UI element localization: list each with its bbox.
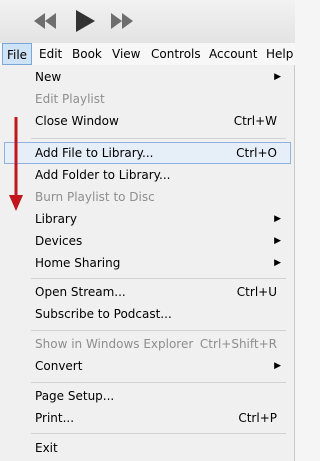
menu-item-convert[interactable]: Convert ▶ [4,355,291,377]
menu-item-show-in-windows-explorer: Show in Windows Explorer Ctrl+Shift+R [4,333,291,355]
menu-bar: File Edit Book View Controls Account Hel… [0,43,295,66]
menu-separator [31,278,286,279]
menu-item-label: Close Window [35,114,119,128]
menu-item-label: Add File to Library... [35,146,154,160]
menu-item-label: Show in Windows Explorer [35,337,194,351]
menu-item-label: Home Sharing [35,256,121,270]
menu-item-add-folder-to-library[interactable]: Add Folder to Library... [4,164,291,186]
menu-controls[interactable]: Controls [151,43,201,65]
menu-separator [31,433,286,434]
menu-item-label: Open Stream... [35,285,126,299]
menu-item-shortcut: Ctrl+W [233,114,277,128]
menu-item-edit-playlist: Edit Playlist [4,88,291,110]
menu-item-shortcut: Ctrl+P [238,411,277,425]
rewind-icon[interactable] [33,10,57,32]
submenu-arrow-icon: ▶ [274,236,281,246]
menu-item-label: Print... [35,411,75,425]
menu-item-label: Library [35,212,77,226]
menu-item-label: Exit [35,441,58,455]
menu-item-label: Subscribe to Podcast... [35,307,172,321]
menu-item-label: Burn Playlist to Disc [35,190,155,204]
submenu-arrow-icon: ▶ [274,214,281,224]
submenu-arrow-icon: ▶ [274,361,281,371]
menu-separator [31,138,286,139]
menu-item-open-stream[interactable]: Open Stream... Ctrl+U [4,281,291,303]
submenu-arrow-icon: ▶ [274,72,281,82]
menu-view[interactable]: View [112,43,140,65]
menu-account[interactable]: Account [209,43,257,65]
menu-item-subscribe-to-podcast[interactable]: Subscribe to Podcast... [4,303,291,325]
menu-file[interactable]: File [2,43,32,65]
playback-toolbar [0,0,295,43]
menu-item-shortcut: Ctrl+O [236,146,277,160]
menu-item-shortcut: Ctrl+U [236,285,277,299]
menu-item-label: Add Folder to Library... [35,168,171,182]
menu-item-home-sharing[interactable]: Home Sharing ▶ [4,252,291,274]
menu-item-library[interactable]: Library ▶ [4,208,291,230]
menu-item-page-setup[interactable]: Page Setup... [4,385,291,407]
menu-separator [31,330,286,331]
menu-item-close-window[interactable]: Close Window Ctrl+W [4,110,291,132]
menu-item-label: Page Setup... [35,389,115,403]
menu-item-label: Devices [35,234,83,248]
menu-help[interactable]: Help [266,43,293,65]
menu-separator [31,382,286,383]
menu-edit[interactable]: Edit [39,43,62,65]
file-menu-dropdown: New ▶ Edit Playlist Close Window Ctrl+W … [0,65,295,461]
menu-item-print[interactable]: Print... Ctrl+P [4,407,291,429]
menu-item-exit[interactable]: Exit [4,437,291,459]
menu-item-label: New [35,70,62,84]
menu-item-add-file-to-library[interactable]: Add File to Library... Ctrl+O [4,142,291,164]
menu-item-label: Edit Playlist [35,92,105,106]
menu-item-label: Convert [35,359,83,373]
menu-item-new[interactable]: New ▶ [4,66,291,88]
menu-item-burn-playlist: Burn Playlist to Disc [4,186,291,208]
submenu-arrow-icon: ▶ [274,258,281,268]
menu-item-devices[interactable]: Devices ▶ [4,230,291,252]
play-icon[interactable] [74,9,96,33]
fast-forward-icon[interactable] [110,10,134,32]
menu-item-shortcut: Ctrl+Shift+R [199,337,277,351]
menu-book[interactable]: Book [72,43,102,65]
red-arrow-annotation [9,117,23,211]
